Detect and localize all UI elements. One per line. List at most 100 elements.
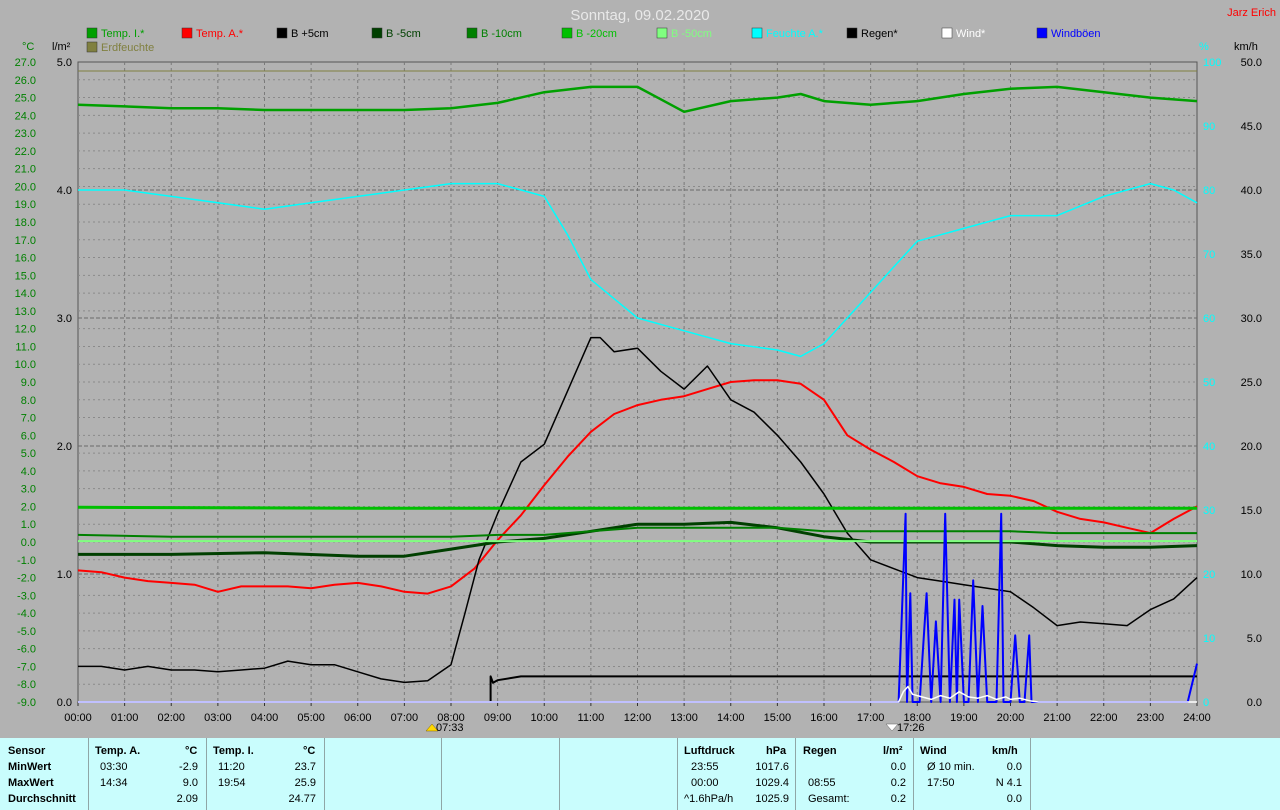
temp-tick-label: -9.0 bbox=[17, 697, 36, 709]
wind-header: Wind bbox=[920, 745, 947, 757]
wind-unit-label: km/h bbox=[1234, 41, 1258, 53]
humidity-tick-label: 80 bbox=[1203, 185, 1215, 197]
temp-tick-label: 17.0 bbox=[15, 235, 36, 247]
legend-label: Feuchte A.* bbox=[766, 28, 824, 40]
wind-unit: km/h bbox=[992, 745, 1018, 757]
temp-tick-label: 23.0 bbox=[15, 128, 36, 140]
temp-tick-label: 7.0 bbox=[21, 413, 36, 425]
wind-tick-label: 15.0 bbox=[1241, 505, 1262, 517]
temp-tick-label: 16.0 bbox=[15, 253, 36, 265]
temp-tick-label: 5.0 bbox=[21, 448, 36, 460]
time-tick-label: 03:00 bbox=[204, 712, 232, 724]
legend-label: Windböen bbox=[1051, 28, 1101, 40]
wind-tick-label: 40.0 bbox=[1241, 185, 1262, 197]
legend-label: B -10cm bbox=[481, 28, 522, 40]
regen-unit: l/m² bbox=[883, 745, 903, 757]
temp-tick-label: 27.0 bbox=[15, 57, 36, 69]
time-tick-label: 13:00 bbox=[670, 712, 698, 724]
sunset-time: 17:26 bbox=[897, 722, 925, 734]
minwert-label: MinWert bbox=[8, 761, 52, 773]
time-tick-label: 16:00 bbox=[810, 712, 838, 724]
wind-max-time: 17:50 bbox=[927, 777, 955, 789]
temp-tick-label: 15.0 bbox=[15, 270, 36, 282]
time-tick-label: 04:00 bbox=[251, 712, 279, 724]
legend-swatch bbox=[86, 41, 98, 53]
time-tick-label: 12:00 bbox=[624, 712, 652, 724]
legend-swatch bbox=[181, 27, 193, 39]
temp-tick-label: 12.0 bbox=[15, 324, 36, 336]
luftdruck-trend-label: ^1.6hPa/h bbox=[684, 793, 734, 805]
time-tick-label: 24:00 bbox=[1183, 712, 1211, 724]
rain-tick-label: 5.0 bbox=[57, 57, 72, 69]
rain-unit-label: l/m² bbox=[52, 41, 71, 53]
humidity-tick-label: 90 bbox=[1203, 121, 1215, 133]
temp-axis-ticks: 27.0 26.0 25.0 24.0 23.0 22.0 21.0 20.0 19.0 18.0… bbox=[15, 57, 36, 709]
time-tick-label: 15:00 bbox=[764, 712, 792, 724]
sensor-header: Sensor bbox=[8, 745, 46, 757]
time-tick-label: 01:00 bbox=[111, 712, 139, 724]
temp-tick-label: 9.0 bbox=[21, 377, 36, 389]
luftdruck-trend-val: 1025.9 bbox=[755, 793, 789, 805]
temp-tick-label: 11.0 bbox=[15, 341, 36, 353]
time-tick-label: 10:00 bbox=[530, 712, 558, 724]
temp-tick-label: 22.0 bbox=[15, 146, 36, 158]
time-tick-label: 06:00 bbox=[344, 712, 372, 724]
legend-label: Temp. A.* bbox=[196, 28, 244, 40]
time-tick-label: 23:00 bbox=[1137, 712, 1165, 724]
maxwert-label: MaxWert bbox=[8, 777, 54, 789]
temp-tick-label: 2.0 bbox=[21, 501, 36, 513]
wind-tick-label: 5.0 bbox=[1247, 633, 1262, 645]
legend-swatch bbox=[846, 27, 858, 39]
regen-header: Regen bbox=[803, 745, 837, 757]
wind-axis-ticks: 50.0 45.0 40.0 35.0 30.0 25.0 20.0 15.0 10.0 5.0 0… bbox=[1241, 57, 1262, 709]
wind-tick-label: 20.0 bbox=[1241, 441, 1262, 453]
time-tick-label: 02:00 bbox=[157, 712, 185, 724]
sunrise-time: 07:33 bbox=[436, 722, 464, 734]
temp-tick-label: -3.0 bbox=[17, 590, 36, 602]
legend-label: B -50cm bbox=[671, 28, 712, 40]
weather-chart: 27.0 26.0 25.0 24.0 23.0 22.0 21.0 20.0 19.0 18.0… bbox=[15, 7, 1276, 734]
time-axis-ticks: 00:00 01:00 02:00 03:00 04:00 05:00 06:00 07:00… bbox=[64, 702, 1211, 724]
time-tick-label: 05:00 bbox=[297, 712, 325, 724]
rain-tick-label: 3.0 bbox=[57, 313, 72, 325]
sunrise-marker: 07:33 bbox=[425, 722, 464, 734]
temp-tick-label: 26.0 bbox=[15, 75, 36, 87]
humidity-unit-label: % bbox=[1199, 41, 1209, 53]
time-tick-label: 14:00 bbox=[717, 712, 745, 724]
time-tick-label: 00:00 bbox=[64, 712, 92, 724]
rain-tick-label: 2.0 bbox=[57, 441, 72, 453]
temp-tick-label: 14.0 bbox=[15, 288, 36, 300]
legend-label: Temp. I.* bbox=[101, 28, 145, 40]
temp-tick-label: -2.0 bbox=[17, 573, 36, 585]
rain-tick-label: 1.0 bbox=[57, 569, 72, 581]
legend-swatch bbox=[656, 27, 668, 39]
regen-gesamt-val: 0.2 bbox=[890, 793, 906, 805]
durchschnitt-label: Durchschnitt bbox=[8, 793, 76, 805]
humidity-tick-label: 0 bbox=[1203, 697, 1209, 709]
temp-tick-label: 10.0 bbox=[15, 359, 36, 371]
legend-swatch bbox=[1036, 27, 1048, 39]
wind-avg-val: 0.0 bbox=[1006, 761, 1022, 773]
temp-tick-label: -7.0 bbox=[17, 661, 36, 673]
regen-row1-val: 0.0 bbox=[890, 761, 906, 773]
temp-tick-label: 25.0 bbox=[15, 93, 36, 105]
legend-label: B -5cm bbox=[386, 28, 421, 40]
temp-a-avg: 2.09 bbox=[176, 793, 198, 805]
legend-swatch bbox=[86, 27, 98, 39]
sunset-marker: 17:26 bbox=[885, 722, 925, 734]
temp-tick-label: 19.0 bbox=[15, 199, 36, 211]
luftdruck-max-time: 00:00 bbox=[691, 777, 719, 789]
time-tick-label: 19:00 bbox=[950, 712, 978, 724]
legend-label: B +5cm bbox=[291, 28, 329, 40]
wind-tick-label: 10.0 bbox=[1241, 569, 1262, 581]
legend: Temp. I.* Temp. A.* B +5cm B -5cm B -10cm B -… bbox=[86, 27, 1101, 54]
temp-tick-label: -4.0 bbox=[17, 608, 36, 620]
time-tick-label: 07:00 bbox=[391, 712, 419, 724]
temp-tick-label: 1.0 bbox=[21, 519, 36, 531]
temp-a-min-time: 03:30 bbox=[100, 761, 128, 773]
time-tick-label: 11:00 bbox=[578, 712, 605, 724]
time-tick-label: 21:00 bbox=[1043, 712, 1071, 724]
wind-tick-label: 30.0 bbox=[1241, 313, 1262, 325]
rain-tick-label: 4.0 bbox=[57, 185, 72, 197]
time-tick-label: 22:00 bbox=[1090, 712, 1118, 724]
